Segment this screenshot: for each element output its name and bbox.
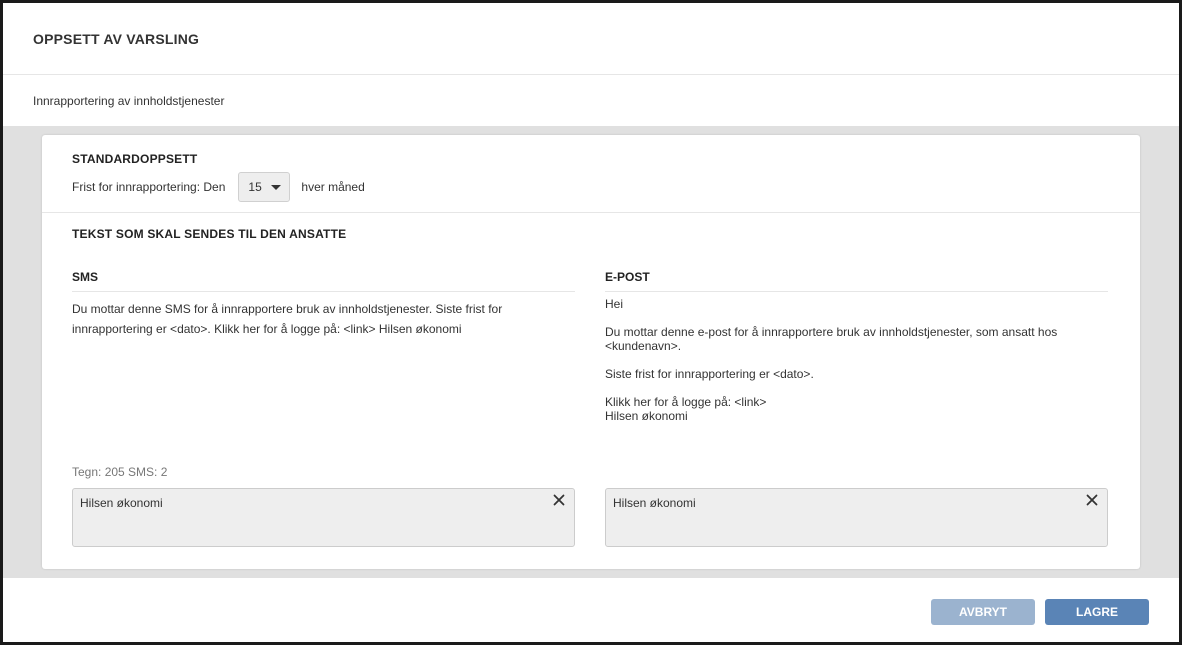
deadline-day-select[interactable]: 15: [238, 172, 291, 202]
close-icon[interactable]: [1086, 494, 1098, 506]
message-text-heading: TEKST SOM SKAL SENDES TIL DEN ANSATTE: [72, 227, 347, 241]
sms-signature-field[interactable]: Hilsen økonomi: [72, 488, 575, 547]
standard-setup-heading: STANDARDOPPSETT: [72, 152, 198, 166]
standard-setup-section: STANDARDOPPSETT Frist for innrapporterin…: [42, 135, 1140, 213]
email-greeting: Hei: [605, 297, 624, 311]
dialog-footer: AVBRYT LAGRE: [3, 578, 1179, 642]
notification-setup-dialog: OPPSETT AV VARSLING Innrapportering av i…: [0, 0, 1182, 645]
email-paragraph-login: Klikk her for å logge på: <link> Hilsen …: [605, 395, 1108, 423]
dialog-subtitle: Innrapportering av innholdstjenester: [33, 94, 225, 108]
sms-character-counter: Tegn: 205 SMS: 2: [72, 465, 168, 479]
deadline-prefix-label: Frist for innrapportering: Den: [72, 180, 226, 194]
save-button[interactable]: LAGRE: [1045, 599, 1149, 625]
deadline-suffix-label: hver måned: [301, 180, 365, 194]
dialog-title: OPPSETT AV VARSLING: [33, 30, 200, 47]
sms-signature-text: Hilsen økonomi: [80, 496, 163, 510]
sms-message-text: Du mottar denne SMS for å innrapportere …: [72, 302, 503, 336]
sms-heading: SMS: [72, 270, 575, 292]
email-signature-text: Hilsen økonomi: [613, 496, 696, 510]
dialog-subheader: Innrapportering av innholdstjenester: [3, 76, 1179, 126]
email-login-line: Klikk her for å logge på: <link>: [605, 395, 767, 409]
chevron-down-icon: [271, 184, 282, 190]
email-paragraph-intro: Du mottar denne e-post for å innrapporte…: [605, 325, 1058, 353]
cancel-button[interactable]: AVBRYT: [931, 599, 1035, 625]
email-closing-line: Hilsen økonomi: [605, 409, 688, 423]
email-paragraph-deadline: Siste frist for innrapportering er <dato…: [605, 367, 814, 381]
email-signature-field[interactable]: Hilsen økonomi: [605, 488, 1108, 547]
email-heading: E-POST: [605, 270, 1108, 292]
close-icon[interactable]: [553, 494, 565, 506]
dialog-header: OPPSETT AV VARSLING: [3, 3, 1179, 75]
email-column: E-POST Hei Du mottar denne e-post for å …: [605, 270, 1108, 423]
deadline-row: Frist for innrapportering: Den 15 hver m…: [72, 172, 365, 202]
email-message-text: Hei Du mottar denne e-post for å innrapp…: [605, 297, 1108, 423]
settings-card: STANDARDOPPSETT Frist for innrapporterin…: [42, 135, 1140, 569]
sms-column: SMS Du mottar denne SMS for å innrapport…: [72, 270, 575, 339]
content-area: STANDARDOPPSETT Frist for innrapporterin…: [3, 126, 1179, 578]
deadline-day-value: 15: [248, 180, 262, 194]
